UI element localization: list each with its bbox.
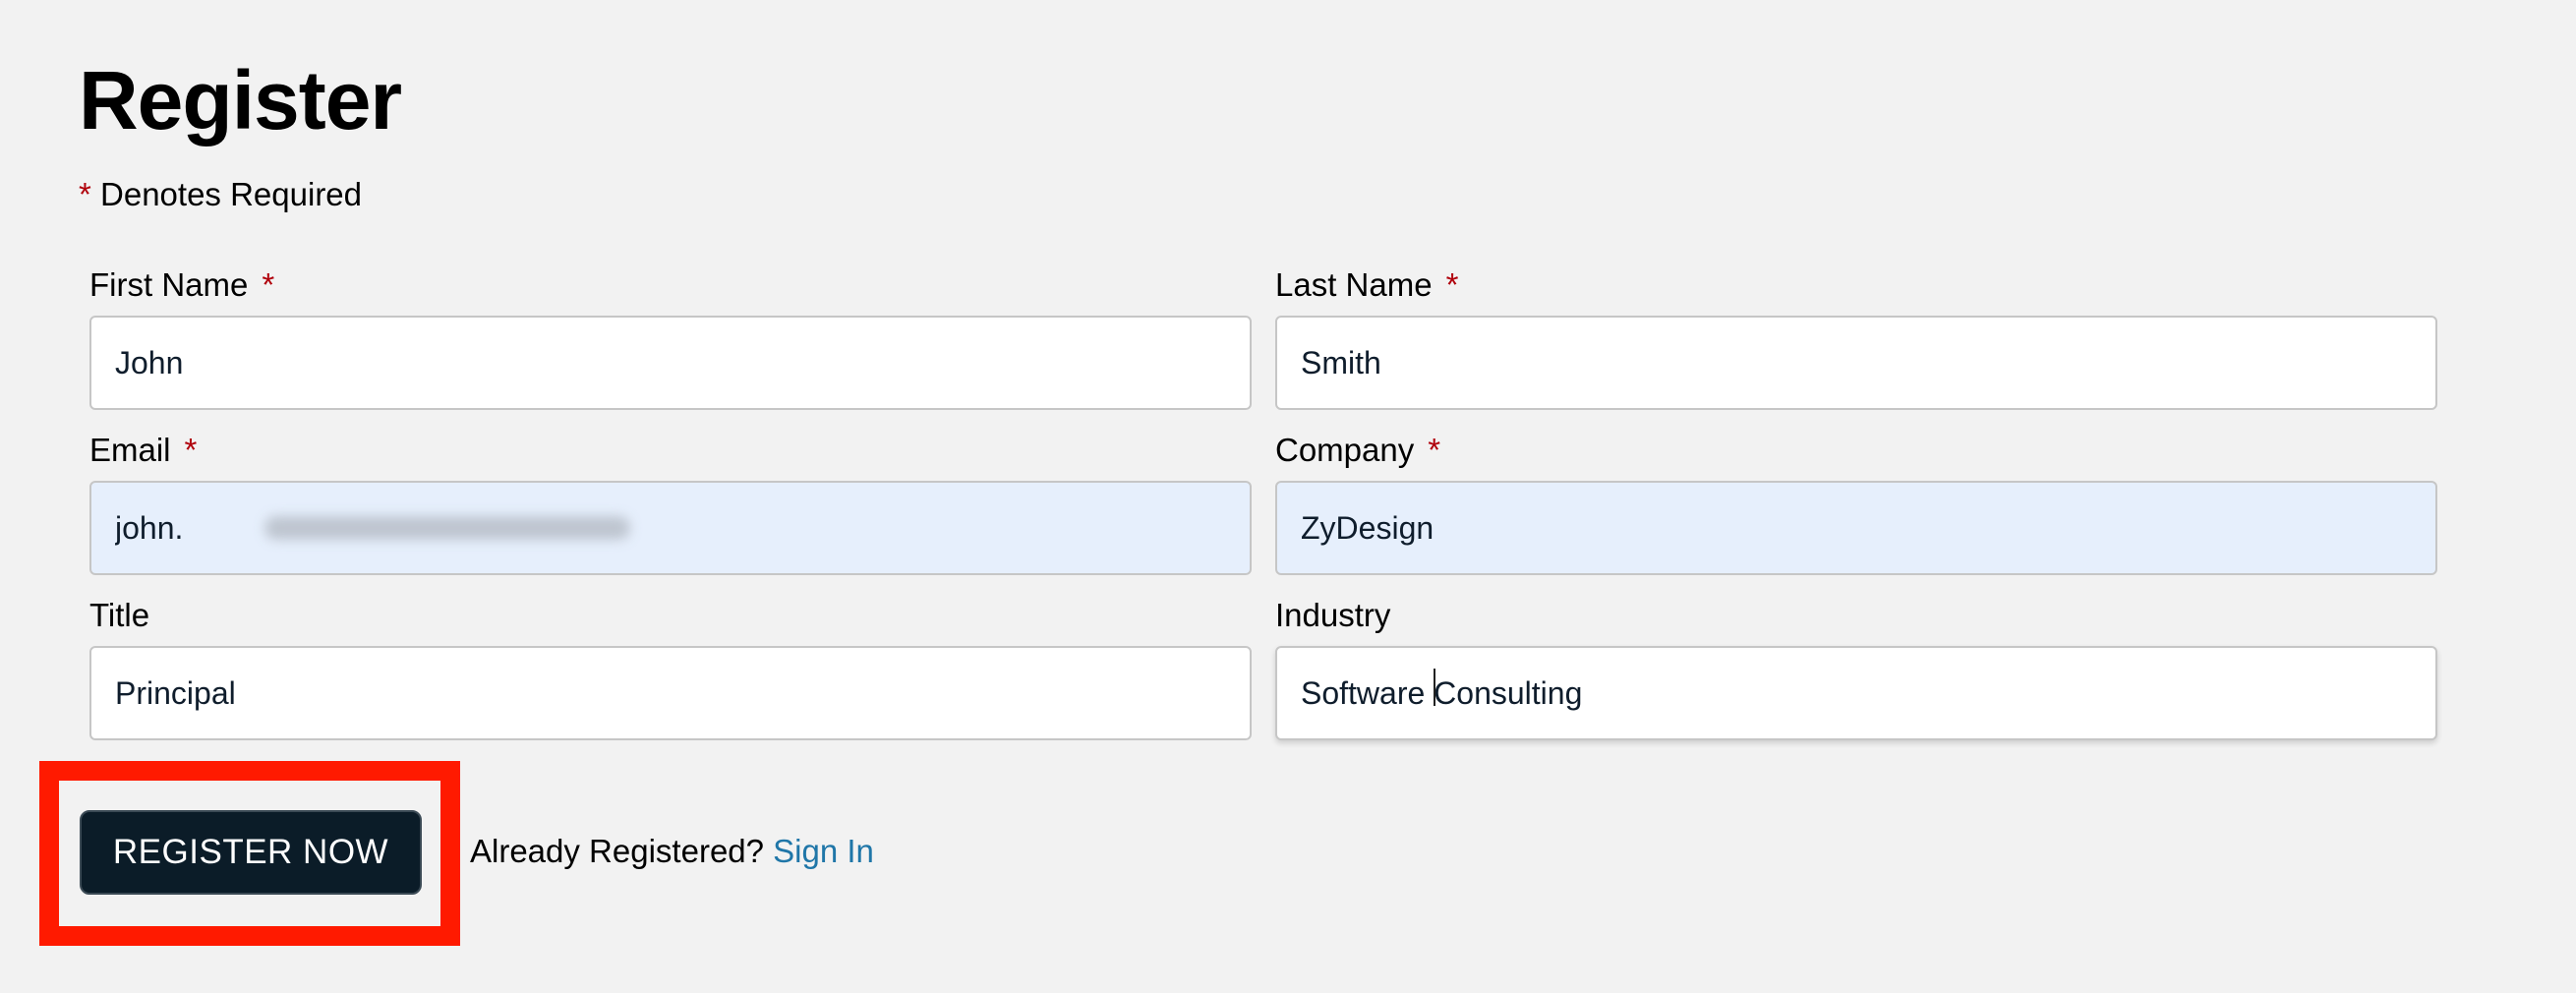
first-name-label-text: First Name bbox=[89, 266, 249, 303]
last-name-label: Last Name * bbox=[1275, 265, 2437, 305]
already-registered-text: Already Registered? bbox=[470, 833, 764, 869]
last-name-required-asterisk: * bbox=[1445, 266, 1459, 303]
industry-label-text: Industry bbox=[1275, 597, 1391, 633]
text-cursor bbox=[1434, 669, 1435, 706]
sign-in-link[interactable]: Sign In bbox=[773, 833, 874, 869]
first-name-field: First Name * bbox=[89, 265, 1252, 410]
title-input[interactable] bbox=[89, 646, 1252, 740]
page-title: Register bbox=[79, 54, 402, 146]
industry-field: Industry bbox=[1275, 596, 2437, 740]
email-required-asterisk: * bbox=[184, 432, 198, 468]
required-note: * Denotes Required bbox=[79, 175, 362, 214]
email-label: Email * bbox=[89, 431, 1252, 470]
email-input-wrapper bbox=[89, 481, 1252, 575]
company-field: Company * bbox=[1275, 431, 2437, 575]
title-label-text: Title bbox=[89, 597, 150, 633]
last-name-field: Last Name * bbox=[1275, 265, 2437, 410]
email-redacted-blur bbox=[264, 516, 630, 540]
company-input[interactable] bbox=[1275, 481, 2437, 575]
required-note-text: Denotes Required bbox=[100, 176, 363, 212]
last-name-label-text: Last Name bbox=[1275, 266, 1433, 303]
first-name-label: First Name * bbox=[89, 265, 1252, 305]
email-label-text: Email bbox=[89, 432, 171, 468]
last-name-input[interactable] bbox=[1275, 316, 2437, 410]
required-asterisk: * bbox=[79, 176, 91, 212]
industry-input[interactable] bbox=[1275, 646, 2437, 740]
company-label-text: Company bbox=[1275, 432, 1415, 468]
title-field: Title bbox=[89, 596, 1252, 740]
company-required-asterisk: * bbox=[1428, 432, 1441, 468]
register-now-button[interactable]: REGISTER NOW bbox=[80, 810, 422, 895]
first-name-required-asterisk: * bbox=[262, 266, 275, 303]
email-field: Email * bbox=[89, 431, 1252, 575]
title-label: Title bbox=[89, 596, 1252, 635]
already-registered-line: Already Registered? Sign In bbox=[470, 832, 874, 871]
first-name-input[interactable] bbox=[89, 316, 1252, 410]
industry-label: Industry bbox=[1275, 596, 2437, 635]
company-label: Company * bbox=[1275, 431, 2437, 470]
